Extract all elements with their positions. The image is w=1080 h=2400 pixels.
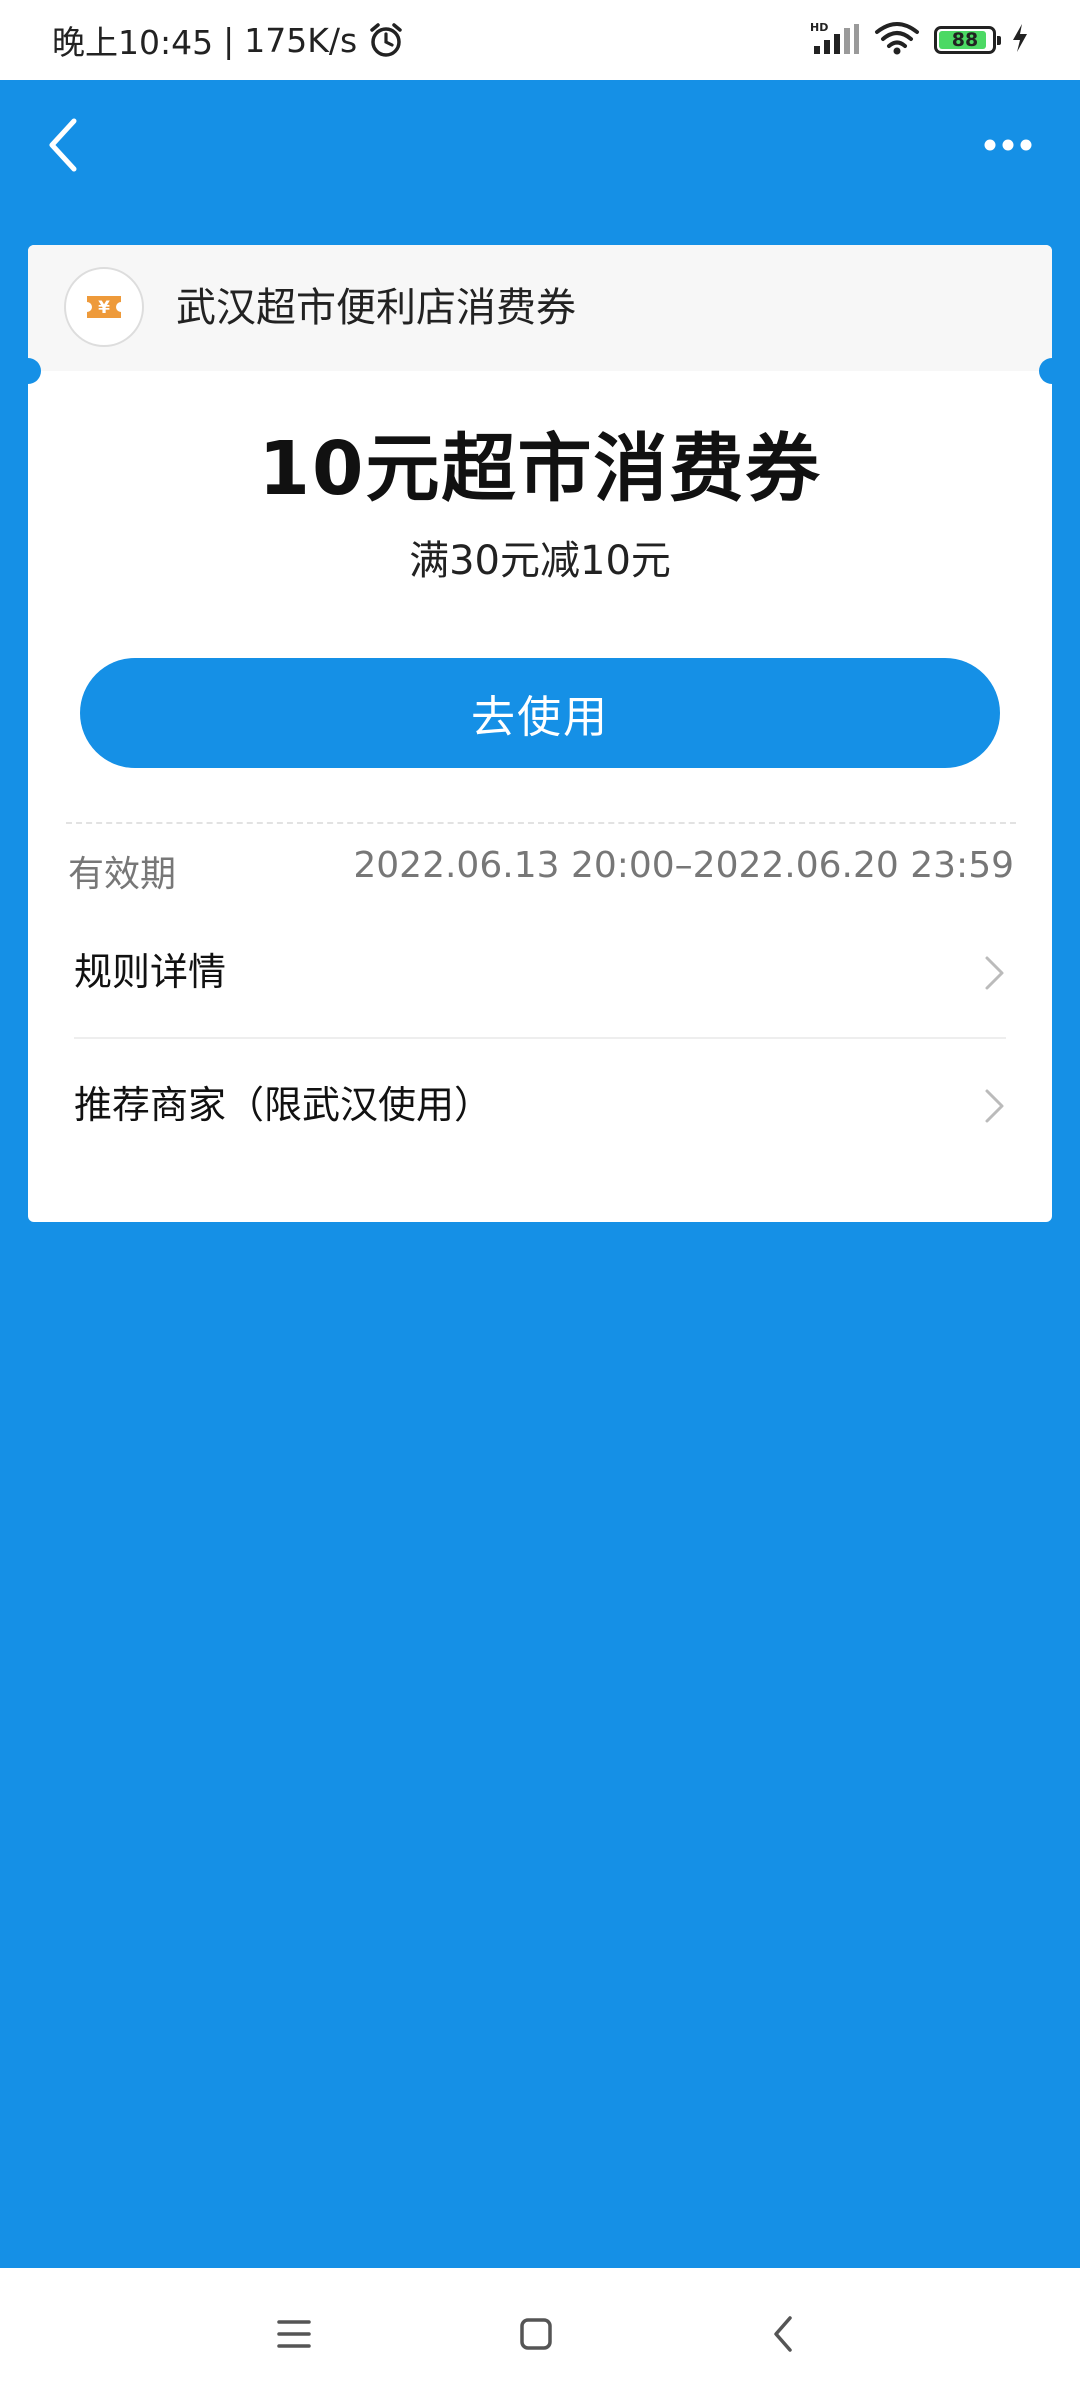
more-button[interactable] (976, 122, 1040, 168)
merchant-logo: ¥ (64, 267, 144, 347)
status-network-speed: 175K/s (244, 20, 358, 60)
chevron-right-icon (985, 956, 1004, 990)
coupon-condition: 满30元减10元 (409, 538, 671, 584)
coupon-card: ¥ 武汉超市便利店消费券 10元超市消费券 满30元减10元 去使用 有效期 2… (28, 245, 1052, 1222)
status-left: 晚上10:45 | 175K/s (52, 0, 405, 80)
rules-detail-row[interactable]: 规则详情 (74, 907, 1006, 1037)
status-separator: | (223, 20, 235, 60)
charging-icon (1010, 23, 1030, 57)
menu-button[interactable] (264, 2308, 324, 2360)
home-icon (520, 2318, 552, 2350)
status-time: 晚上10:45 (52, 23, 214, 62)
chevron-right-icon (985, 1089, 1004, 1123)
wifi-icon (874, 20, 920, 60)
card-header: ¥ 武汉超市便利店消费券 (28, 245, 1052, 371)
system-back-button[interactable] (754, 2308, 814, 2360)
more-dots-icon (984, 139, 1032, 151)
status-bar: 晚上10:45 | 175K/s HD 88 (0, 0, 1080, 80)
back-button[interactable] (38, 113, 98, 177)
signal-icon: HD (810, 20, 860, 60)
nav-bar (0, 80, 1080, 210)
row-divider (74, 1037, 1006, 1039)
recommended-merchants-label: 推荐商家（限武汉使用） (74, 1083, 493, 1127)
home-button[interactable] (506, 2308, 566, 2360)
battery-icon: 88 (934, 26, 1001, 54)
logo-symbol: ¥ (98, 298, 110, 318)
coupon-ticket-icon: ¥ (87, 296, 121, 318)
dashed-divider (66, 822, 1016, 824)
merchant-name: 武汉超市便利店消费券 (176, 285, 576, 331)
use-coupon-button[interactable]: 去使用 (80, 658, 1000, 768)
validity-value: 2022.06.13 20:00–2022.06.20 23:59 (353, 845, 1014, 886)
rules-detail-label: 规则详情 (74, 950, 227, 994)
recommended-merchants-row[interactable]: 推荐商家（限武汉使用） (74, 1040, 1006, 1170)
back-arrow-icon (49, 118, 77, 172)
ticket-notch-right (1039, 358, 1052, 384)
battery-level: 88 (951, 29, 979, 51)
alarm-icon (367, 21, 405, 59)
network-badge: HD (810, 21, 828, 34)
status-right: HD 88 (810, 0, 1030, 80)
coupon-title: 10元超市消费券 (258, 426, 822, 512)
menu-icon (277, 2320, 311, 2348)
validity-label: 有效期 (68, 854, 177, 895)
back-icon (774, 2316, 792, 2352)
system-nav-bar (0, 2268, 1080, 2400)
